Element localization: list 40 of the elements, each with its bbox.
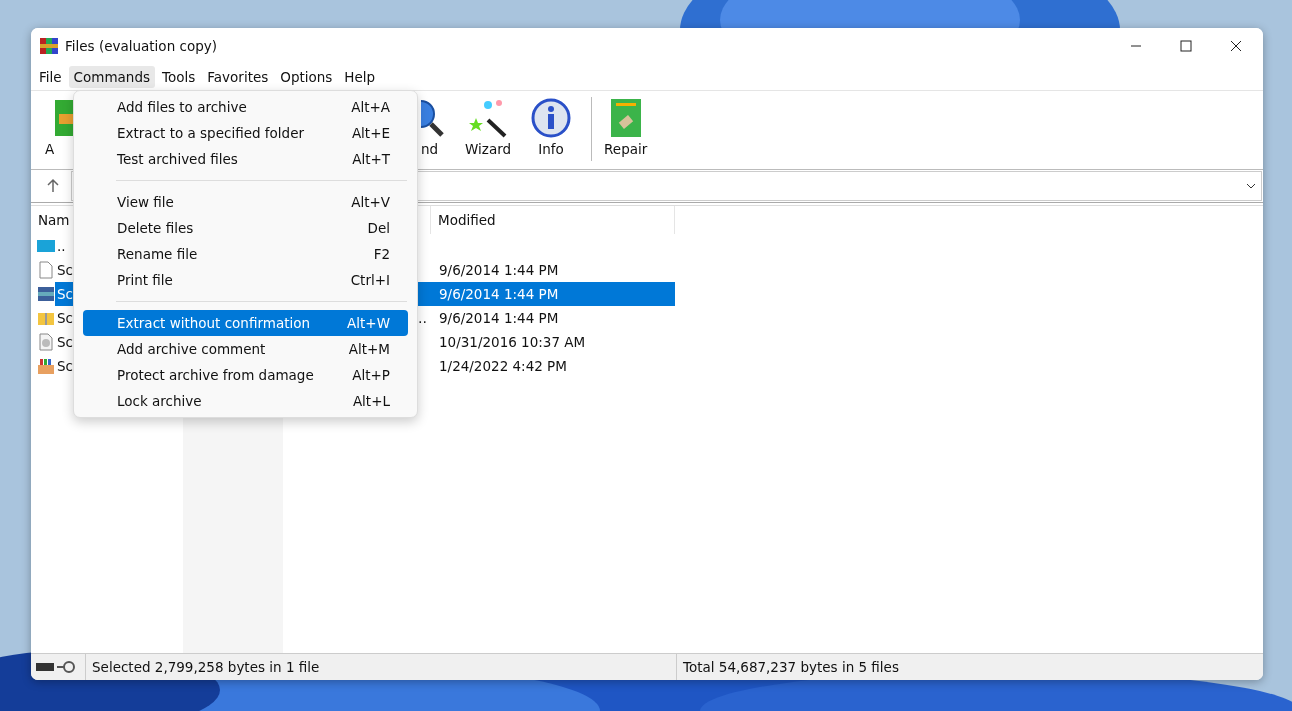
window-title: Files (evaluation copy) bbox=[65, 38, 217, 54]
toolbar-button[interactable]: Wizard bbox=[459, 91, 518, 157]
menu-item[interactable]: File bbox=[34, 66, 67, 88]
folder-icon bbox=[37, 237, 55, 255]
menu-item[interactable]: Tools bbox=[157, 66, 201, 88]
modified-date: 9/6/2014 1:44 PM bbox=[439, 310, 559, 326]
modified-date: 9/6/2014 1:44 PM bbox=[439, 286, 559, 302]
document-icon bbox=[37, 261, 55, 279]
menu-item[interactable]: Help bbox=[339, 66, 381, 88]
toolbar-button[interactable]: nd bbox=[421, 91, 445, 157]
disc-file-icon bbox=[37, 333, 55, 351]
modified-date: 9/6/2014 1:44 PM bbox=[439, 262, 559, 278]
menu-item[interactable]: Protect archive from damage Alt+P bbox=[83, 362, 408, 388]
status-text: Total 54,687,237 bytes in 5 files bbox=[676, 654, 1263, 680]
menu-item[interactable]: View file Alt+V bbox=[83, 189, 408, 215]
archive-icon bbox=[37, 285, 55, 303]
magic-wand-icon bbox=[468, 97, 508, 139]
toolbar-button[interactable]: Repair bbox=[598, 91, 654, 157]
menu-item[interactable]: Favorites bbox=[202, 66, 274, 88]
menu-item[interactable]: Extract to a specified folder Alt+E bbox=[83, 120, 408, 146]
menu-item[interactable]: Extract without confirmation Alt+W bbox=[83, 310, 408, 336]
column-header[interactable]: Modified bbox=[431, 206, 675, 234]
menu-item[interactable]: Delete files Del bbox=[83, 215, 408, 241]
toolbar-button[interactable]: Info bbox=[525, 91, 578, 157]
menu-item[interactable]: Lock archive Alt+L bbox=[83, 388, 408, 414]
menu-item[interactable]: Commands bbox=[68, 66, 155, 88]
up-arrow-icon[interactable] bbox=[45, 178, 61, 194]
menu-item[interactable]: Add files to archive Alt+A bbox=[83, 94, 408, 120]
books-icon bbox=[39, 36, 59, 56]
modified-date: 1/24/2022 4:42 PM bbox=[439, 358, 567, 374]
status-text: Selected 2,799,258 bytes in 1 file bbox=[85, 654, 676, 680]
info-icon bbox=[531, 97, 572, 139]
box-icon bbox=[37, 357, 55, 375]
menu-item[interactable]: Options bbox=[275, 66, 338, 88]
menu-item[interactable]: Rename file F2 bbox=[83, 241, 408, 267]
menu-item[interactable]: Add archive comment Alt+M bbox=[83, 336, 408, 362]
search-icon bbox=[421, 97, 445, 139]
modified-date: 10/31/2016 10:37 AM bbox=[439, 334, 586, 350]
menu-item[interactable]: Test archived files Alt+T bbox=[83, 146, 408, 172]
menu-item[interactable]: Print file Ctrl+I bbox=[83, 267, 408, 293]
